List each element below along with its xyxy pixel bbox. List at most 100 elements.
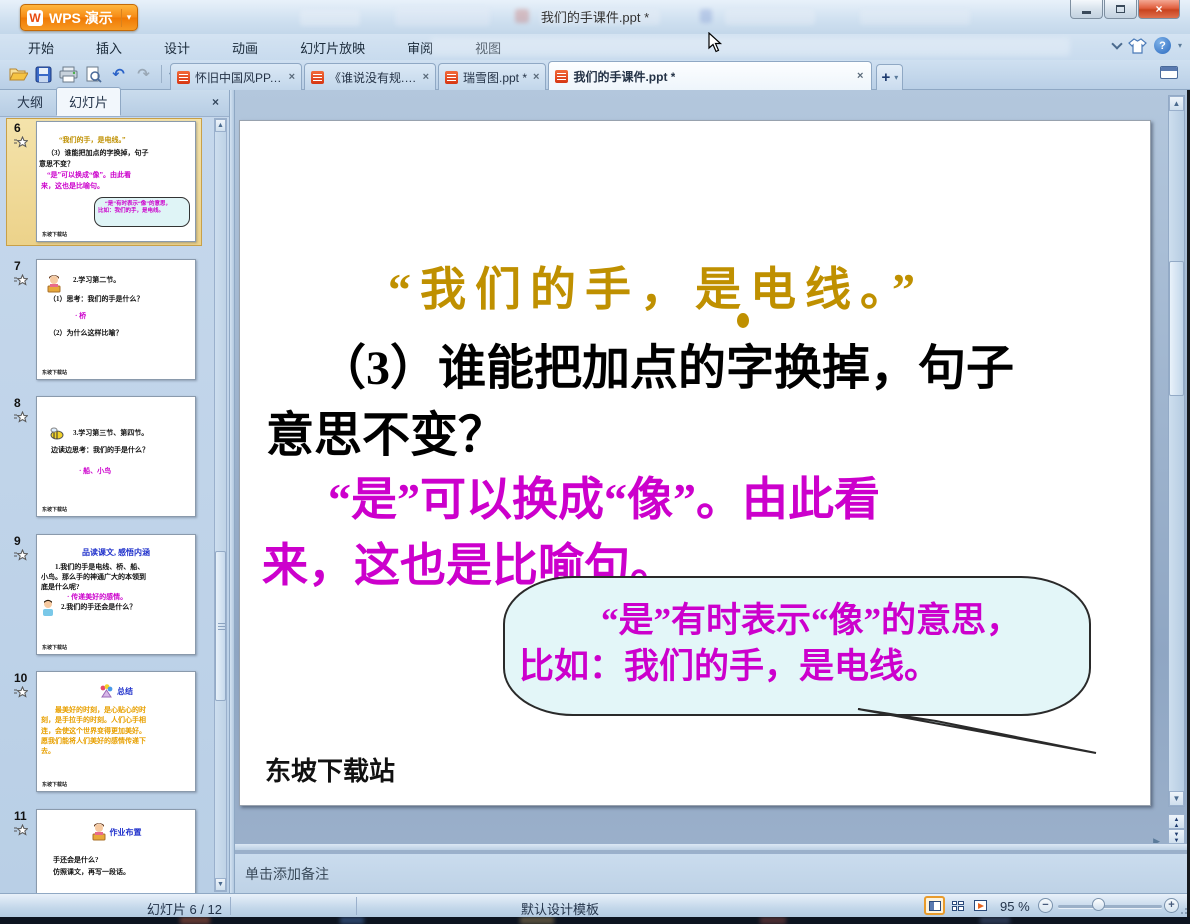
thumb-text-line: “是”可以换成“像”。由此看 — [47, 171, 131, 180]
slide-thumbnail-page[interactable]: 3.学习第三节、第四节。 边读边思考：我们的手是什么？ · 船、小鸟 东坡下载站 — [36, 396, 196, 518]
doc-tab-3[interactable]: 瑞雪图.ppt * × — [438, 63, 547, 90]
print-preview-button[interactable] — [83, 63, 104, 85]
notes-pane[interactable]: 单击添加备注 — [235, 853, 1190, 893]
slideshow-icon — [974, 900, 987, 911]
maximize-button[interactable] — [1104, 0, 1137, 19]
slide-number: 11 — [14, 809, 34, 836]
slide-sorter-icon — [951, 900, 964, 911]
ppt-file-icon — [177, 70, 190, 84]
slide-canvas[interactable]: “我们的手，是电线。” （3）谁能把加点的字换掉，句子 意思不变？ “是”可以换… — [239, 120, 1151, 806]
resize-grip[interactable] — [1179, 906, 1187, 914]
chevron-down-icon[interactable]: ▾ — [894, 73, 898, 82]
editor-scrollbar[interactable]: ▲ ▼ — [1168, 95, 1185, 807]
previous-slide-button[interactable]: ▲ ▲ — [1168, 814, 1185, 829]
panel-close-icon[interactable]: × — [212, 95, 219, 109]
menu-animation[interactable]: 动画 — [218, 34, 272, 61]
help-icon[interactable]: ? — [1153, 37, 1171, 54]
minimize-button[interactable] — [1070, 0, 1103, 19]
slide-thumbnail-page[interactable]: 2.学习第二节。 （1）思考：我们的手是什么？ · 桥 （2）为什么这样比喻？ 东坡下载… — [36, 258, 196, 380]
menu-design[interactable]: 设计 — [150, 34, 204, 61]
slide-thumbnail-8[interactable]: 8 3.学习第三节、第四节。 边读边思考：我们的手是什么？ · 船、小鸟 东坡下载站 — [0, 396, 230, 526]
close-button[interactable]: × — [1138, 0, 1180, 19]
open-button[interactable] — [8, 63, 29, 85]
menu-slideshow[interactable]: 幻灯片放映 — [286, 34, 379, 61]
menu-bar: 开始 插入 设计 动画 幻灯片放映 审阅 视图 ? ▾ — [0, 34, 1190, 60]
thumb-title: 品读课文, 感悟内涵 — [82, 547, 150, 557]
watermark-text: 东坡下载站 — [265, 757, 396, 786]
slide-thumbnail-page[interactable]: 品读课文, 感悟内涵 1.我们的手是电线、桥、船、 小鸟。那么手的神通广大的本领到底… — [36, 533, 196, 655]
thumb-text-line: 1.我们的手是电线、桥、船、 — [55, 562, 145, 571]
slide-thumbnail-10[interactable]: 10 总结 最美好的时刻，是心贴心的时 刻，是手拉手的时刻。人们心手相 连，会使这个世界… — [0, 671, 230, 801]
tab-close-icon[interactable]: × — [533, 71, 539, 83]
slide-text-question-line1[interactable]: （3）谁能把加点的字换掉，句子 — [318, 328, 1014, 398]
undo-button[interactable]: ↶ — [108, 63, 129, 85]
print-button[interactable] — [58, 63, 79, 85]
speech-bubble-tail — [857, 708, 1097, 754]
scroll-down-icon[interactable]: ▼ — [215, 878, 226, 891]
slide-number: 7 — [14, 259, 34, 286]
scrollbar-thumb[interactable] — [1169, 261, 1184, 396]
window-layout-icon[interactable] — [1160, 66, 1178, 79]
slide-thumbnail-page[interactable]: 总结 最美好的时刻，是心贴心的时 刻，是手拉手的时刻。人们心手相 连，会使这个世界变得… — [36, 671, 196, 793]
zoom-slider-track[interactable] — [1058, 905, 1162, 908]
plus-icon: + — [881, 69, 891, 86]
menu-home[interactable]: 开始 — [14, 34, 68, 61]
redo-button[interactable]: ↷ — [133, 63, 154, 85]
tab-close-icon[interactable]: × — [857, 70, 863, 82]
thumb-text-line: 来，这也是比喻句。 — [41, 182, 104, 191]
thumb-text-line: （2）为什么这样比喻？ — [49, 328, 123, 337]
thumb-text-line: “我们的手，是电线。” — [59, 136, 126, 144]
new-tab-button[interactable]: + ▾ — [876, 64, 904, 90]
slide-number: 10 — [14, 671, 34, 699]
girl-desk-image — [91, 823, 107, 844]
slideshow-button[interactable] — [970, 896, 991, 915]
normal-view-button[interactable] — [924, 896, 945, 915]
doc-tab-label: 怀旧中国风PP..板.ppt * — [195, 70, 283, 85]
zoom-slider-thumb[interactable] — [1092, 898, 1105, 911]
tab-outline[interactable]: 大纲 — [4, 87, 56, 116]
design-template-label[interactable]: 默认设计模板 — [300, 899, 820, 918]
slide-thumbnail-6[interactable]: 6 “我们的手，是电线。” （3）谁能把加点的字换掉，句子 意思不变？ “是”可以换成“… — [0, 118, 230, 251]
title-bar[interactable]: W WPS 演示 ▾ 我们的手课件.ppt * × — [0, 0, 1190, 34]
doc-tab-active[interactable]: 我们的手课件.ppt * × — [548, 61, 873, 90]
thumb-text-line: 刻，是手拉手的时刻。人们心手相 — [41, 716, 146, 725]
scroll-up-icon[interactable]: ▲ — [215, 119, 226, 132]
notes-splitter[interactable] — [235, 843, 1190, 850]
emphasis-dot — [737, 313, 749, 328]
slide-thumbnail-7[interactable]: 7 2.学习第二节。 （1）思考：我们的手是什么？ · 桥 （2）为什么这样比喻？ 东坡下… — [0, 258, 230, 389]
slide-text-quote[interactable]: “我们的手，是电线。” — [388, 253, 924, 319]
menu-insert[interactable]: 插入 — [82, 34, 136, 61]
menu-view[interactable]: 视图 — [461, 34, 515, 61]
save-button[interactable] — [33, 63, 54, 85]
thumb-text-line: （1）思考：我们的手是什么？ — [49, 294, 144, 303]
thumb-watermark: 东坡下载站 — [42, 233, 68, 238]
slide-thumbnail-11[interactable]: 11 作业布置 手还会是什么? 仿照课文，再写一段话。 — [0, 809, 230, 893]
more-caret-icon[interactable]: ▾ — [1178, 41, 1182, 50]
slide-thumbnail-page[interactable]: “我们的手，是电线。” （3）谁能把加点的字换掉，句子 意思不变？ “是”可以换成“像… — [36, 121, 196, 242]
slide-thumbnail-page[interactable]: 作业布置 手还会是什么? 仿照课文，再写一段话。 — [36, 809, 196, 893]
doc-tab-1[interactable]: 怀旧中国风PP..板.ppt * × — [170, 63, 302, 90]
taskbar-edge — [0, 917, 1190, 924]
zoom-out-button[interactable]: − — [1038, 898, 1053, 913]
scroll-up-icon[interactable]: ▲ — [1169, 96, 1184, 111]
doc-tab-2[interactable]: 《谁说没有规...课件.ppt × — [304, 63, 436, 90]
speech-bubble[interactable]: “是”有时表示“像”的意思， 比如：我们的手，是电线。 — [503, 576, 1091, 716]
tab-slides[interactable]: 幻灯片 — [56, 87, 122, 116]
collapse-chevron-icon[interactable] — [1111, 37, 1123, 50]
menu-review[interactable]: 审阅 — [393, 34, 447, 61]
open-icon — [9, 68, 28, 81]
skin-shirt-icon[interactable] — [1128, 37, 1147, 54]
slide-number: 8 — [14, 396, 34, 423]
slide-sorter-button[interactable] — [947, 896, 968, 915]
zoom-in-button[interactable]: + — [1164, 898, 1179, 913]
slide-text-answer-line1[interactable]: “是”可以换成“像”。由此看 — [328, 463, 880, 529]
tab-close-icon[interactable]: × — [289, 71, 295, 83]
next-slide-button[interactable]: ▼ ▼ — [1168, 829, 1185, 844]
tab-close-icon[interactable]: × — [423, 71, 429, 83]
scrollbar-thumb[interactable] — [215, 551, 226, 701]
slide-thumbnail-9[interactable]: 9 品读课文, 感悟内涵 1.我们的手是电线、桥、船、 小鸟。那么手的神通广大的本领到… — [0, 533, 230, 664]
slide-text-question-line2[interactable]: 意思不变？ — [266, 395, 506, 465]
sidebar-scrollbar[interactable]: ▲ ▼ — [214, 118, 227, 892]
thumb-title: 作业布置 — [109, 827, 142, 837]
scroll-down-icon[interactable]: ▼ — [1169, 791, 1184, 806]
